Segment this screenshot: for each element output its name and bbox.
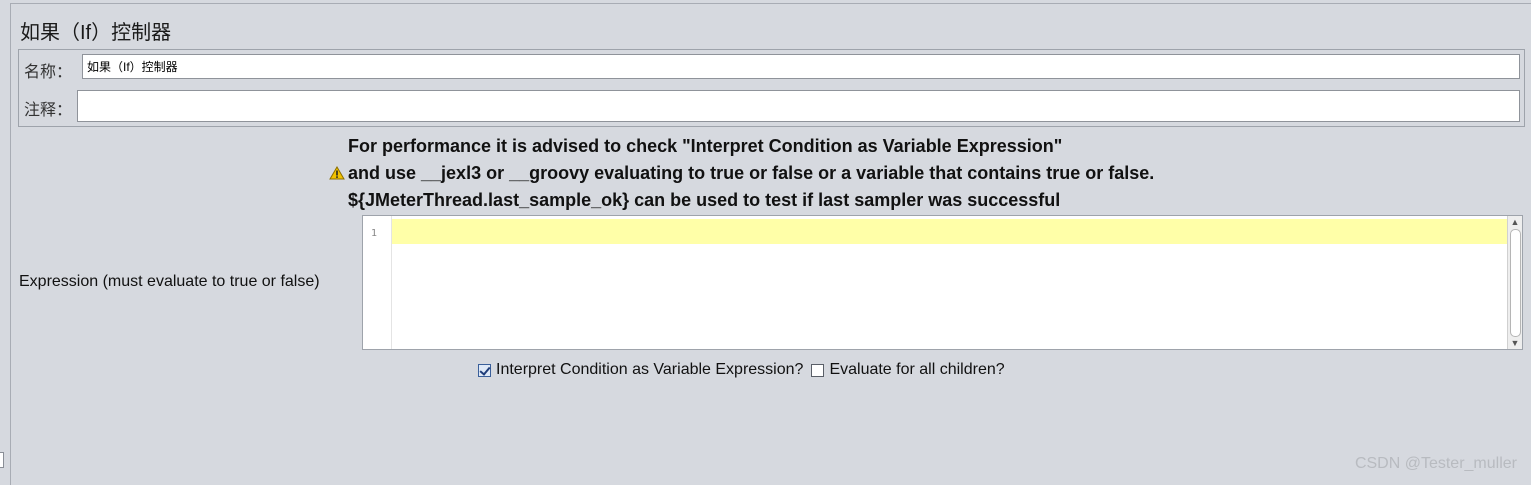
comment-field[interactable] (77, 90, 1520, 122)
scroll-up-icon[interactable]: ▲ (1508, 216, 1522, 228)
name-field[interactable]: 如果（If）控制器 (82, 54, 1520, 79)
evaluate-all-children-checkbox[interactable] (811, 364, 825, 377)
editor-vertical-scrollbar[interactable]: ▲ ▼ (1507, 216, 1522, 349)
warning-line-1: For performance it is advised to check "… (348, 136, 1063, 156)
watermark: CSDN @Tester_muller (1354, 455, 1517, 472)
evaluate-all-children-label[interactable]: Evaluate for all children? (829, 361, 1004, 379)
page-title: 如果（If）控制器 (20, 22, 172, 44)
interpret-condition-checkbox[interactable] (478, 364, 491, 377)
options-row: Interpret Condition as Variable Expressi… (478, 361, 1013, 379)
line-number: 1 (371, 228, 378, 239)
left-edge-strip (0, 0, 9, 484)
expression-label: Expression (must evaluate to true or fal… (19, 273, 320, 290)
warning-triangle-icon (329, 166, 345, 180)
scrollbar-thumb[interactable] (1510, 229, 1521, 337)
interpret-condition-option[interactable]: Interpret Condition as Variable Expressi… (478, 361, 803, 379)
warning-line-2: and use __jexl3 or __groovy evaluating t… (348, 163, 1155, 183)
name-comment-group: 名称： 如果（If）控制器 注释： (18, 49, 1525, 127)
current-line-highlight (392, 219, 1508, 244)
warning-line-3: ${JMeterThread.last_sample_ok} can be us… (348, 190, 1061, 210)
splitter-handle[interactable] (0, 452, 4, 468)
scroll-down-icon[interactable]: ▼ (1508, 337, 1522, 349)
comment-label: 注释： (24, 102, 73, 119)
line-number-gutter: 1 (363, 216, 392, 349)
expression-editor[interactable]: 1 ▲ ▼ (362, 215, 1523, 350)
interpret-condition-label[interactable]: Interpret Condition as Variable Expressi… (496, 361, 803, 379)
name-field-value: 如果（If）控制器 (87, 60, 178, 74)
name-label: 名称： (24, 64, 73, 81)
evaluate-all-children-option[interactable]: Evaluate for all children? (811, 361, 1005, 379)
